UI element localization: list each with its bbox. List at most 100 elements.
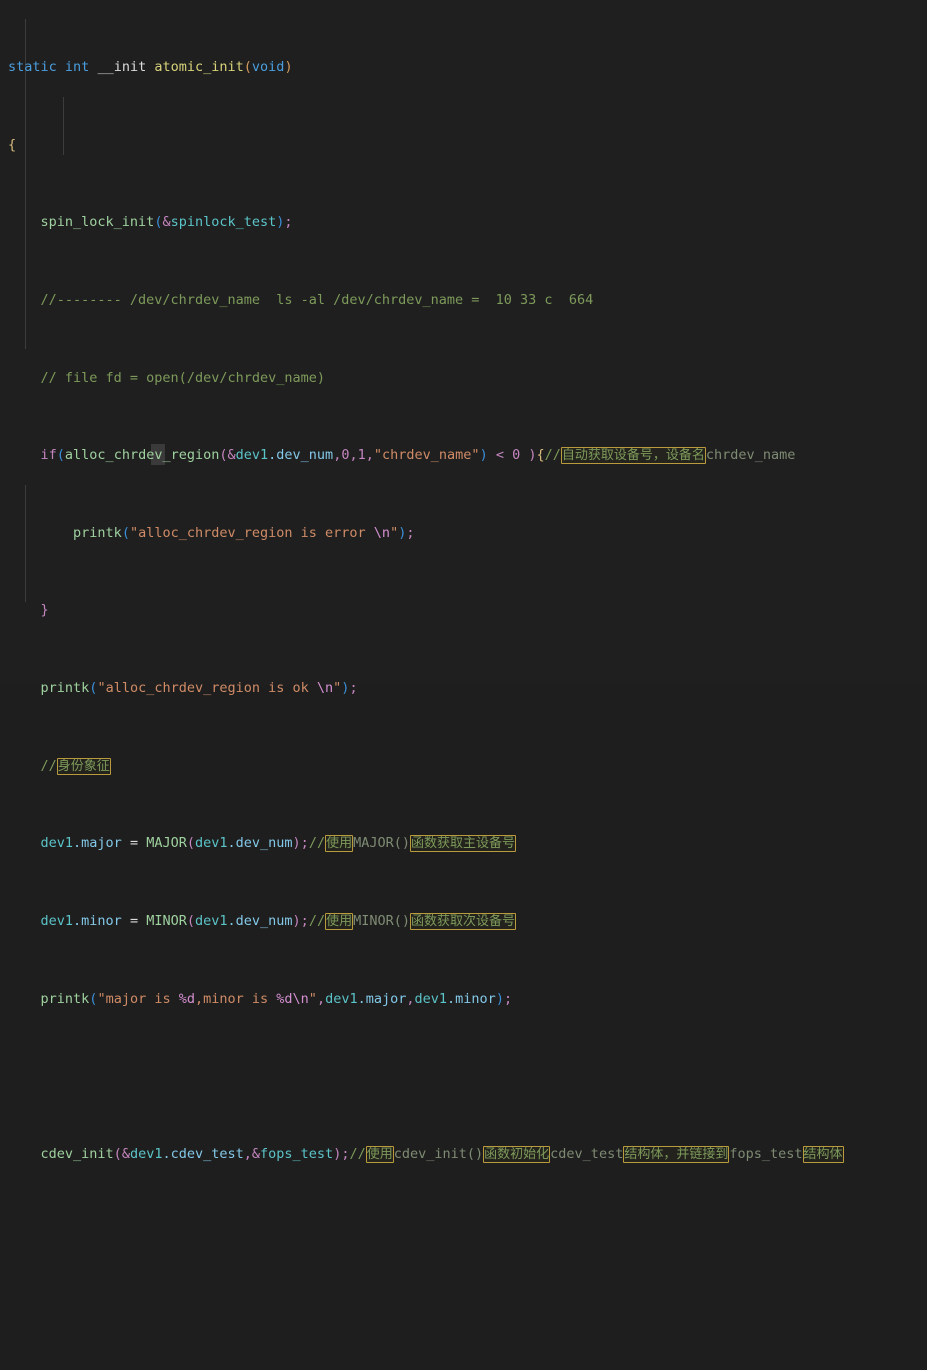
code-line[interactable]: //身份象征 xyxy=(0,757,927,776)
code-line[interactable]: dev1.minor = MINOR(dev1.dev_num);//使用MIN… xyxy=(0,912,927,931)
token-comment: MAJOR() xyxy=(353,835,410,852)
token-escape: \n xyxy=(316,680,334,697)
token-comma: , xyxy=(365,447,374,464)
token-identifier: dev1 xyxy=(40,835,74,852)
token-keyword: void xyxy=(251,59,285,76)
token-comma: , xyxy=(349,447,358,464)
token-semicolon: ; xyxy=(300,912,309,929)
token-function-call: alloc_chrdev_region xyxy=(64,447,220,464)
token-comment: // xyxy=(308,835,326,852)
token-comment: chrdev_name xyxy=(705,447,796,464)
token-identifier: dev1 xyxy=(194,835,228,852)
token-comment: // xyxy=(308,912,326,929)
code-line[interactable]: cdev_init(&dev1.cdev_test,&fops_test);//… xyxy=(0,1145,927,1164)
highlighted-comment: 结构体 xyxy=(802,1145,844,1163)
highlighted-comment: 结构体，并链接到 xyxy=(623,1145,730,1163)
token-paren: ) xyxy=(479,447,488,464)
highlighted-comment: 使用 xyxy=(365,1145,394,1163)
code-line[interactable]: static int __init atomic_init(void) xyxy=(0,58,927,77)
token-identifier: dev1 xyxy=(414,990,448,1007)
token-function-name: atomic_init xyxy=(154,59,244,76)
token-identifier: dev1 xyxy=(235,447,269,464)
token-number: 1 xyxy=(357,447,366,464)
highlighted-comment: 身份象征 xyxy=(56,757,111,775)
code-block[interactable]: static int __init atomic_init(void) { sp… xyxy=(0,0,927,1370)
code-line-blank[interactable] xyxy=(0,1339,927,1358)
token-operator: & xyxy=(227,447,236,464)
token-function-call: printk xyxy=(73,524,122,541)
code-line[interactable]: printk("alloc_chrdev_region is ok \n"); xyxy=(0,679,927,698)
code-line[interactable]: { xyxy=(0,136,927,155)
token-paren: ) xyxy=(520,447,537,464)
token-semicolon: ; xyxy=(341,1145,350,1162)
token-paren: ( xyxy=(121,524,130,541)
token-escape: %d xyxy=(276,990,293,1007)
token-function-call: spin_lock_init xyxy=(40,214,155,231)
token-comment: //-------- /dev/chrdev_name ls -al /dev/… xyxy=(40,292,594,309)
token-semicolon: ; xyxy=(284,214,293,231)
token-operator: = xyxy=(121,835,147,852)
token-comment: MINOR() xyxy=(353,912,410,929)
token-member: .dev_num xyxy=(227,835,293,852)
token-string: " xyxy=(308,990,317,1007)
token-member: .dev_num xyxy=(268,447,334,464)
token-identifier: spinlock_test xyxy=(170,214,277,231)
token-comment: cdev_test xyxy=(550,1145,624,1162)
token-function-call: MAJOR xyxy=(146,835,187,852)
code-line[interactable]: if(alloc_chrdev_region(&dev1.dev_num,0,1… xyxy=(0,446,927,465)
token-operator: < xyxy=(487,447,513,464)
code-line[interactable]: printk("major is %d,minor is %d\n",dev1.… xyxy=(0,990,927,1009)
code-line[interactable]: //-------- /dev/chrdev_name ls -al /dev/… xyxy=(0,291,927,310)
code-line-blank[interactable] xyxy=(0,1067,927,1086)
code-line[interactable]: spin_lock_init(&spinlock_test); xyxy=(0,213,927,232)
token-number: 0 xyxy=(512,447,521,464)
token-comment: // xyxy=(40,757,57,774)
token-comma: , xyxy=(316,990,326,1007)
token-comment: fops_test xyxy=(729,1145,803,1162)
token-operator: & xyxy=(162,214,171,231)
token-member: .cdev_test xyxy=(162,1145,244,1162)
token-string: "alloc_chrdev_region is error xyxy=(129,524,374,541)
token-paren: ) xyxy=(284,59,293,76)
token-brace: } xyxy=(40,602,49,619)
code-line-blank[interactable] xyxy=(0,1222,927,1241)
code-line-blank[interactable] xyxy=(0,1281,927,1300)
token-string: " xyxy=(390,524,399,541)
token-identifier: fops_test xyxy=(260,1145,334,1162)
token-string: ,minor is xyxy=(194,990,277,1007)
code-line[interactable]: dev1.major = MAJOR(dev1.dev_num);//使用MAJ… xyxy=(0,834,927,853)
token-string: "alloc_chrdev_region is ok xyxy=(97,680,317,697)
token-paren: ) xyxy=(495,990,504,1007)
token-comment: // xyxy=(544,447,561,464)
code-line[interactable]: printk("alloc_chrdev_region is error \n"… xyxy=(0,524,927,543)
token-semicolon: ; xyxy=(300,835,309,852)
token-attribute: __init xyxy=(97,59,147,76)
token-function-call: printk xyxy=(40,990,90,1007)
token-semicolon: ; xyxy=(503,990,513,1007)
token-string: "major is xyxy=(97,990,179,1007)
code-editor-canvas[interactable]: static int __init atomic_init(void) { sp… xyxy=(0,0,927,1163)
token-comment: // file fd = open(/dev/chrdev_name) xyxy=(40,369,325,386)
token-paren: ) xyxy=(292,835,301,852)
token-comment: // xyxy=(349,1145,366,1162)
token-paren: ( xyxy=(186,912,195,929)
code-line[interactable]: } xyxy=(0,601,927,620)
code-line[interactable]: // file fd = open(/dev/chrdev_name) xyxy=(0,369,927,388)
token-escape: %d xyxy=(178,990,195,1007)
token-keyword: if xyxy=(40,447,57,464)
token-escape: \n xyxy=(292,990,309,1007)
token-paren: ( xyxy=(113,1145,122,1162)
token-paren: ) xyxy=(333,1145,342,1162)
token-paren: ( xyxy=(56,447,65,464)
token-operator: & xyxy=(121,1145,130,1162)
